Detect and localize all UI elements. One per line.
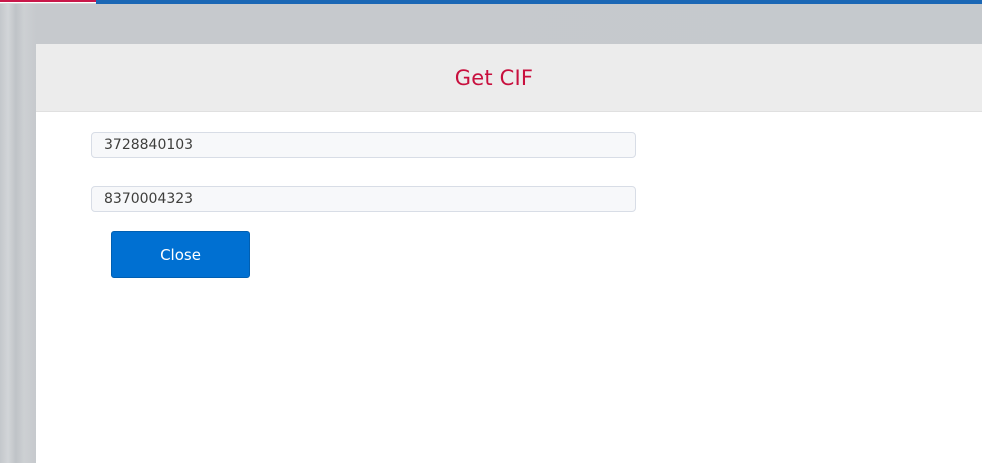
active-tab-indicator	[0, 0, 96, 4]
modal-title: Get CIF	[454, 65, 534, 90]
top-navigation-bar	[0, 0, 982, 4]
modal-header: Get CIF	[36, 44, 982, 112]
cif-field-1[interactable]	[91, 132, 636, 158]
get-cif-modal: Get CIF Close	[36, 44, 982, 463]
cif-field-2[interactable]	[91, 186, 636, 212]
close-button[interactable]: Close	[111, 231, 250, 278]
